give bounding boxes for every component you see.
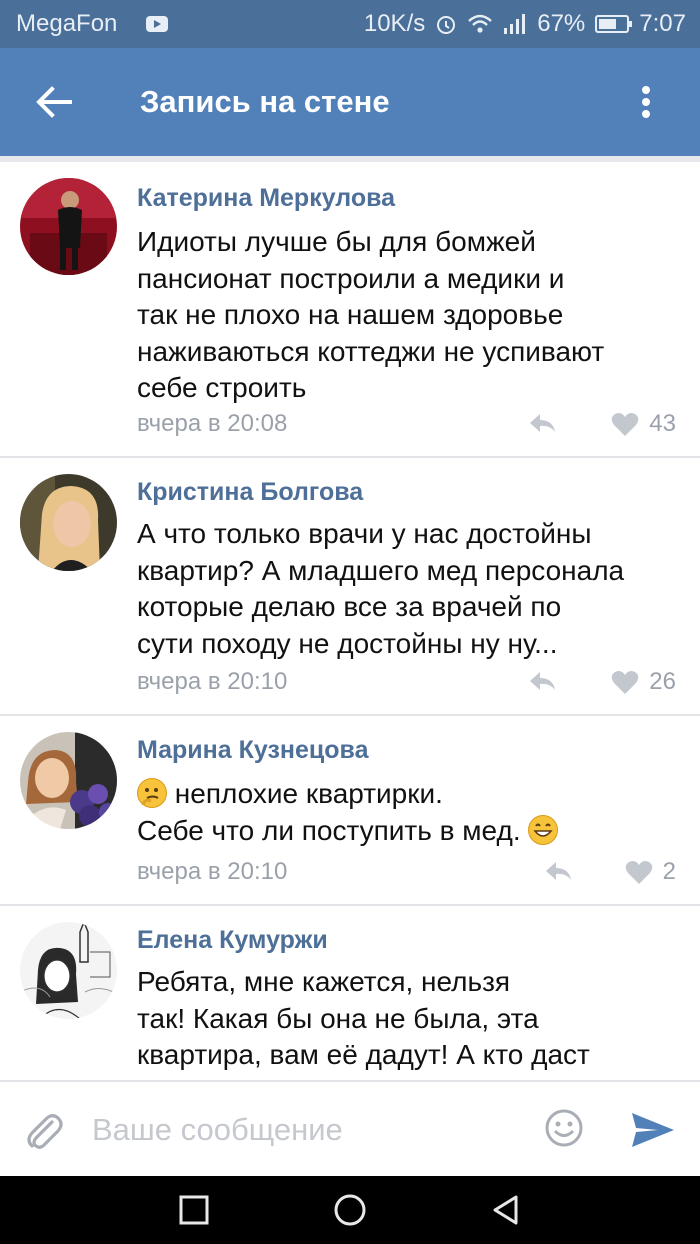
signal-icon [504,14,526,34]
comment-author[interactable]: Катерина Меркулова [137,184,395,213]
comment-time: вчера в 20:10 [137,668,288,695]
home-icon[interactable] [334,1194,366,1226]
heart-icon [625,860,652,884]
comment-time: вчера в 20:08 [137,410,288,437]
carrier-name: MegaFon [16,10,118,37]
network-speed: 10K/s [363,10,426,37]
page-title: Запись на стене [140,84,390,119]
status-indicators: 10K/s 67% 7:07 [364,10,686,38]
wifi-icon [468,14,493,33]
more-vertical-icon[interactable] [632,82,660,122]
youtube-notification-icon [146,16,168,32]
like-button[interactable]: 2 [625,858,676,886]
comment-author[interactable]: Марина Кузнецова [137,736,368,765]
comment-text: Идиоты лучше бы для бомжей пансионат пос… [137,226,605,403]
like-count: 26 [649,668,676,695]
thinking-face-emoji [137,778,167,808]
reply-icon[interactable] [528,412,556,434]
like-button[interactable]: 26 [611,668,676,696]
reply-icon[interactable] [544,860,572,882]
comment-item: Катерина Меркулова Идиоты лучше бы для б… [0,162,700,458]
comment-text: неплохие квартирки. Себе что ли поступит… [137,776,682,849]
comment-text: Ребята, мне кажется, нельзя так! Какая б… [137,966,590,1070]
message-composer: Ваше сообщение [0,1080,700,1176]
comment-item: Марина Кузнецова неплохие квартирки. Себ… [0,716,700,906]
comment-time: вчера в 20:10 [137,858,288,885]
heart-icon [612,670,639,694]
comment-text: А что только врачи у нас достойны кварти… [137,518,625,659]
grinning-face-emoji [528,814,559,845]
alarm-icon [437,16,456,34]
recents-icon[interactable] [178,1194,210,1226]
comment-item: Елена Кумуржи Ребята, мне кажется, нельз… [0,906,700,1080]
system-navigation-bar [0,1176,700,1244]
avatar[interactable] [20,922,117,1019]
like-button[interactable]: 43 [611,410,676,438]
reply-icon[interactable] [528,670,556,692]
battery-icon [595,15,633,33]
comment-author[interactable]: Кристина Болгова [137,478,363,507]
like-count: 2 [662,858,676,885]
comment-item: Кристина Болгова А что только врачи у на… [0,458,700,716]
send-icon[interactable] [630,1110,676,1150]
message-input[interactable]: Ваше сообщение [92,1112,343,1148]
smile-icon[interactable] [544,1108,584,1148]
heart-icon [612,412,639,436]
paperclip-icon[interactable] [22,1110,66,1154]
comment-author[interactable]: Елена Кумуржи [137,926,328,955]
avatar[interactable] [20,474,117,571]
clock: 7:07 [639,10,686,37]
app-bar: Запись на стене [0,48,700,156]
comments-feed[interactable]: Катерина Меркулова Идиоты лучше бы для б… [0,156,700,1080]
back-triangle-icon[interactable] [490,1194,522,1226]
avatar[interactable] [20,732,117,829]
avatar[interactable] [20,178,117,275]
like-count: 43 [649,410,676,437]
arrow-left-icon[interactable] [32,80,76,124]
status-bar: MegaFon 10K/s 67% 7:07 [0,0,700,48]
battery-percent: 67% [537,10,586,37]
